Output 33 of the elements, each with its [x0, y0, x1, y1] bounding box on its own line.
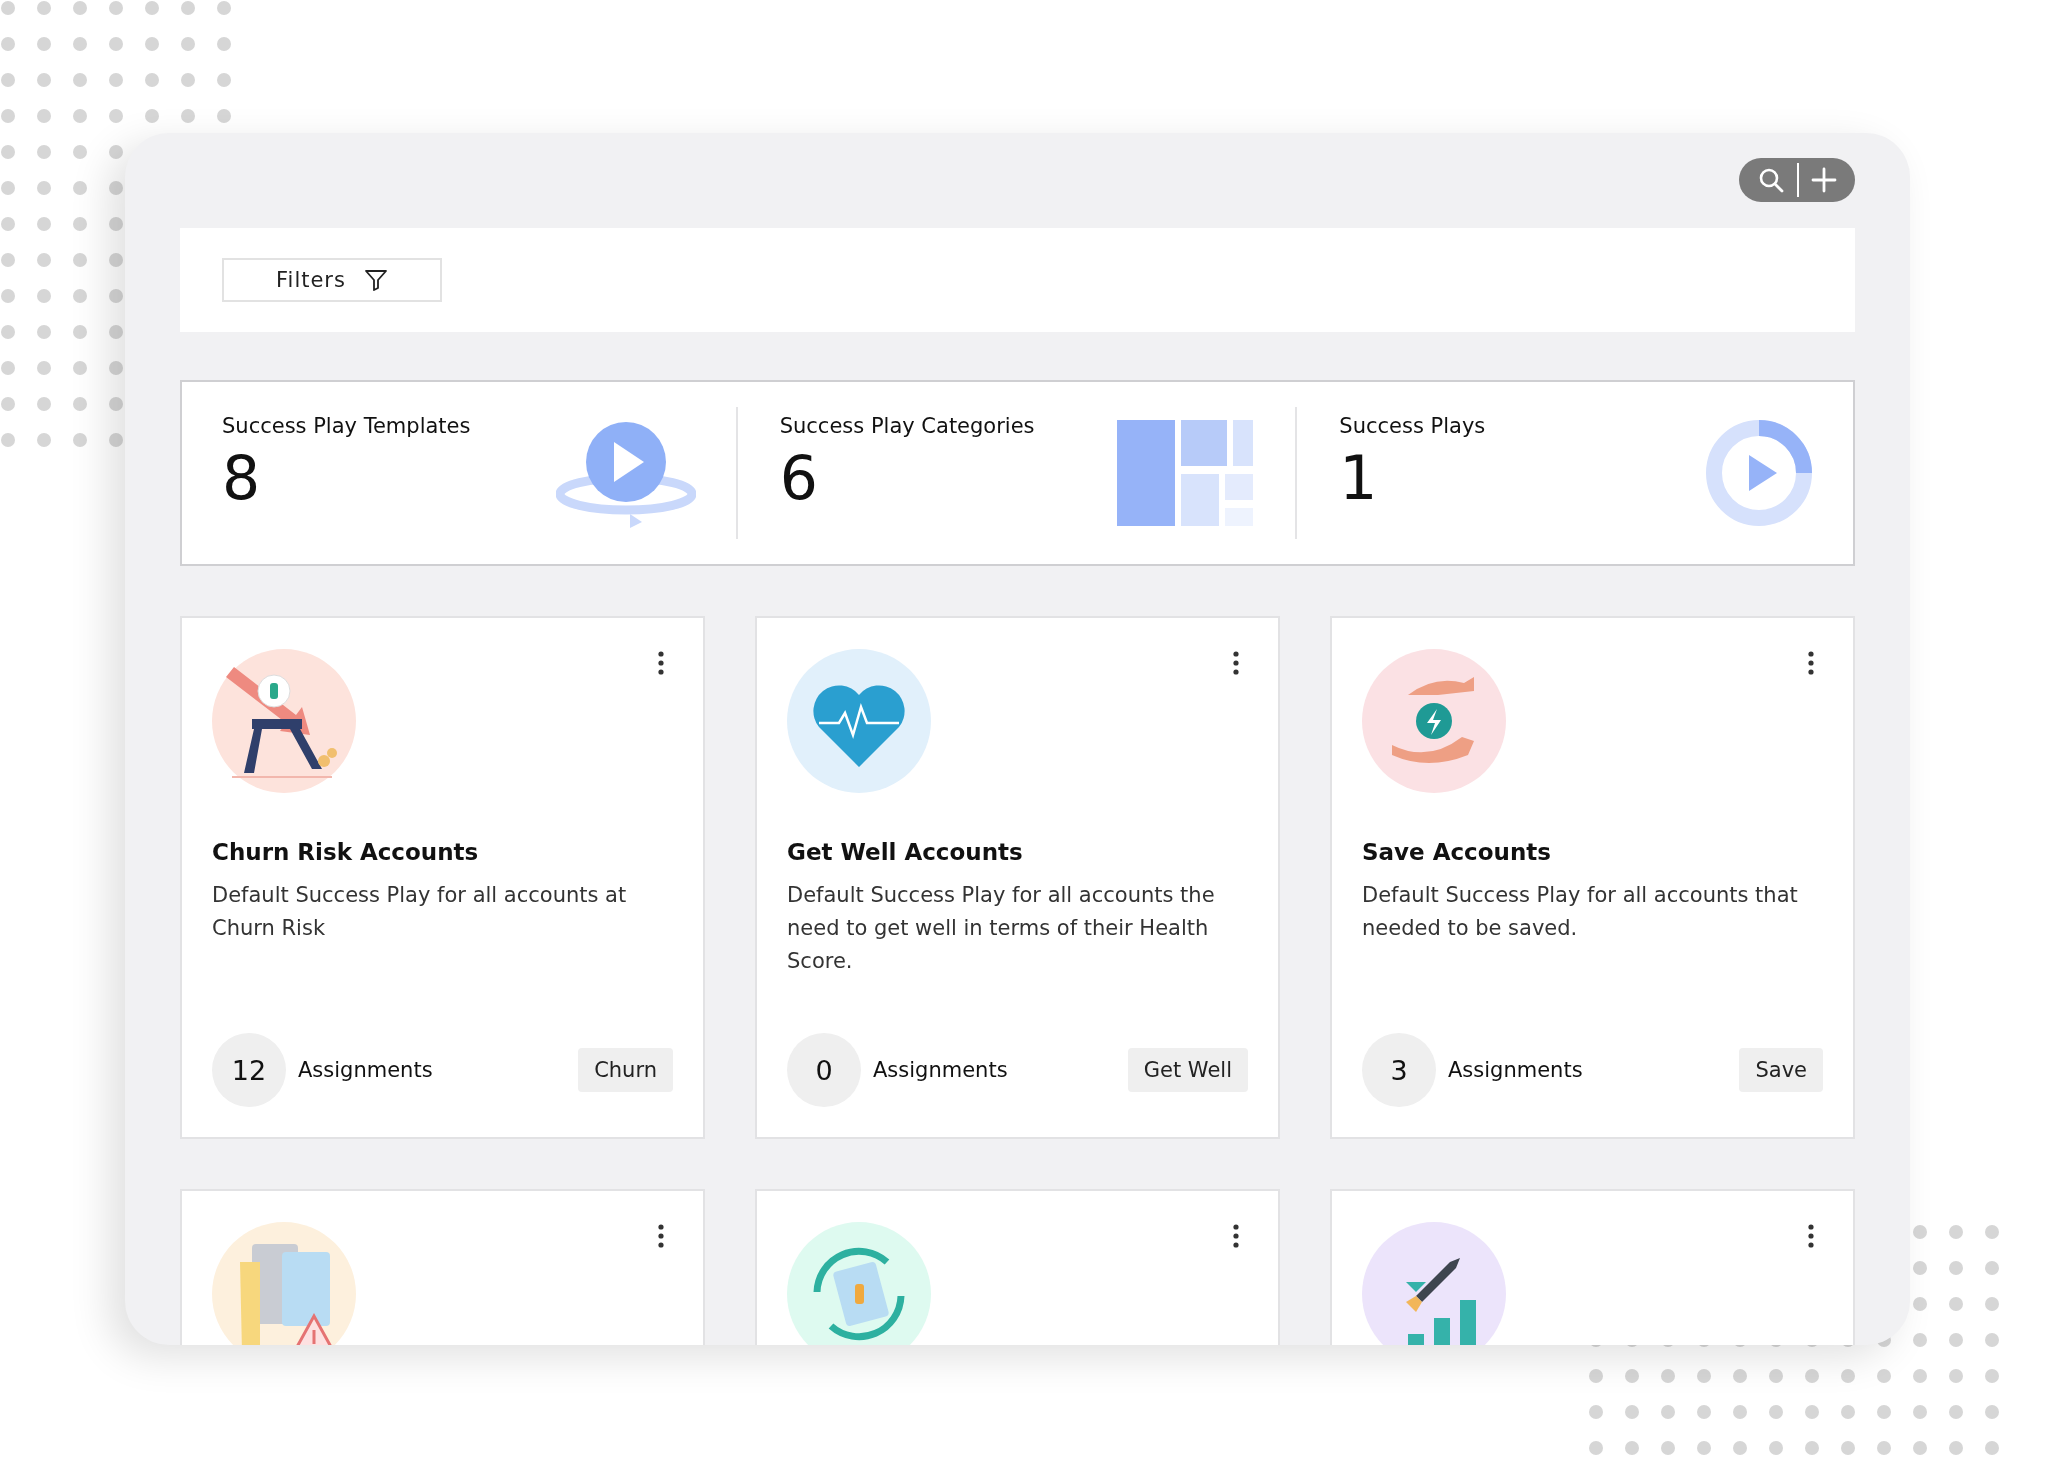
assignments-label: Assignments [873, 1058, 1009, 1082]
card-description: Default Success Play for all accounts the need to get well in terms of their Health Score. [787, 882, 1216, 975]
assignments-label: Assignments [298, 1058, 434, 1082]
more-icon [657, 1224, 665, 1248]
funnel-icon [363, 268, 388, 292]
card-description: Default Success Play for all accounts at Churn Risk [212, 882, 628, 942]
card-title: Get Well Accounts [787, 839, 1024, 865]
category-tag[interactable]: Get Well [1127, 1048, 1248, 1092]
search-icon [1757, 166, 1785, 194]
plus-icon [1811, 167, 1837, 193]
stat-label: Success Plays [1339, 414, 1486, 438]
card-title: Churn Risk Accounts [212, 839, 480, 865]
assignment-count: 3 [1362, 1033, 1436, 1107]
progress-play-icon [1705, 419, 1813, 527]
stat-value: 6 [779, 448, 819, 508]
stat-value: 1 [1339, 448, 1379, 508]
tile-grid-icon [1117, 420, 1254, 526]
more-icon [1807, 651, 1815, 675]
more-icon [1807, 1224, 1815, 1248]
filters-button[interactable]: Filters [222, 258, 442, 302]
category-tag[interactable]: Save [1739, 1048, 1823, 1092]
stat-label: Success Play Categories [779, 414, 1035, 438]
more-icon [1232, 1224, 1240, 1248]
stat-value: 8 [222, 448, 262, 508]
more-icon [657, 651, 665, 675]
card-description: Default Success Play for all accounts that needed to be saved. [1362, 882, 1799, 942]
more-icon [1232, 651, 1240, 675]
card-title: Save Accounts [1362, 839, 1552, 865]
stat-label: Success Play Templates [222, 414, 471, 438]
assignment-count: 12 [212, 1033, 286, 1107]
assignment-count: 0 [787, 1033, 861, 1107]
category-tag[interactable]: Churn [578, 1048, 673, 1092]
assignments-label: Assignments [1448, 1058, 1584, 1082]
